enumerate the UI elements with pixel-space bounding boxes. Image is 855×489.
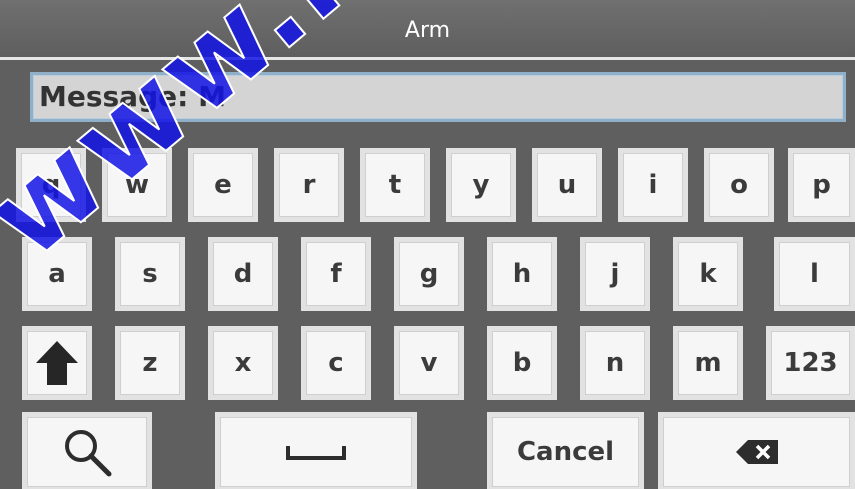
- message-label: Message:: [39, 80, 189, 113]
- backspace-icon: [735, 440, 778, 464]
- space-key[interactable]: [215, 412, 417, 489]
- key-n[interactable]: n: [580, 326, 650, 400]
- message-input[interactable]: Message: M: [30, 72, 846, 122]
- key-b[interactable]: b: [487, 326, 557, 400]
- search-key[interactable]: [22, 412, 152, 489]
- key-s[interactable]: s: [115, 237, 185, 311]
- key-o[interactable]: o: [704, 148, 774, 222]
- magnifier-icon: [65, 430, 112, 477]
- key-c[interactable]: c: [301, 326, 371, 400]
- key-h[interactable]: h: [487, 237, 557, 311]
- key-x[interactable]: x: [208, 326, 278, 400]
- key-j[interactable]: j: [580, 237, 650, 311]
- cancel-button[interactable]: Cancel: [487, 412, 644, 489]
- key-f[interactable]: f: [301, 237, 371, 311]
- key-l[interactable]: l: [774, 237, 855, 311]
- key-e[interactable]: e: [188, 148, 258, 222]
- key-q[interactable]: q: [16, 148, 86, 222]
- key-k[interactable]: k: [673, 237, 743, 311]
- key-m[interactable]: m: [673, 326, 743, 400]
- key-t[interactable]: t: [360, 148, 430, 222]
- title-divider: [0, 57, 855, 60]
- key-d[interactable]: d: [208, 237, 278, 311]
- key-v[interactable]: v: [394, 326, 464, 400]
- numbers-key[interactable]: 123: [766, 326, 855, 400]
- key-p[interactable]: p: [788, 148, 855, 222]
- key-i[interactable]: i: [618, 148, 688, 222]
- message-value: M: [198, 80, 226, 113]
- key-y[interactable]: y: [446, 148, 516, 222]
- key-a[interactable]: a: [22, 237, 92, 311]
- shift-key[interactable]: [22, 326, 92, 400]
- key-r[interactable]: r: [274, 148, 344, 222]
- arrow-up-icon: [36, 341, 78, 385]
- space-bar-icon: [286, 446, 346, 460]
- key-w[interactable]: w: [102, 148, 172, 222]
- backspace-key[interactable]: [658, 412, 855, 489]
- key-z[interactable]: z: [115, 326, 185, 400]
- screen-title: Arm: [404, 18, 451, 43]
- key-u[interactable]: u: [532, 148, 602, 222]
- key-g[interactable]: g: [394, 237, 464, 311]
- title-bar: Arm: [0, 0, 855, 57]
- keyboard-screen: Arm Message: M q w e r t y u i o p a s d…: [0, 0, 855, 489]
